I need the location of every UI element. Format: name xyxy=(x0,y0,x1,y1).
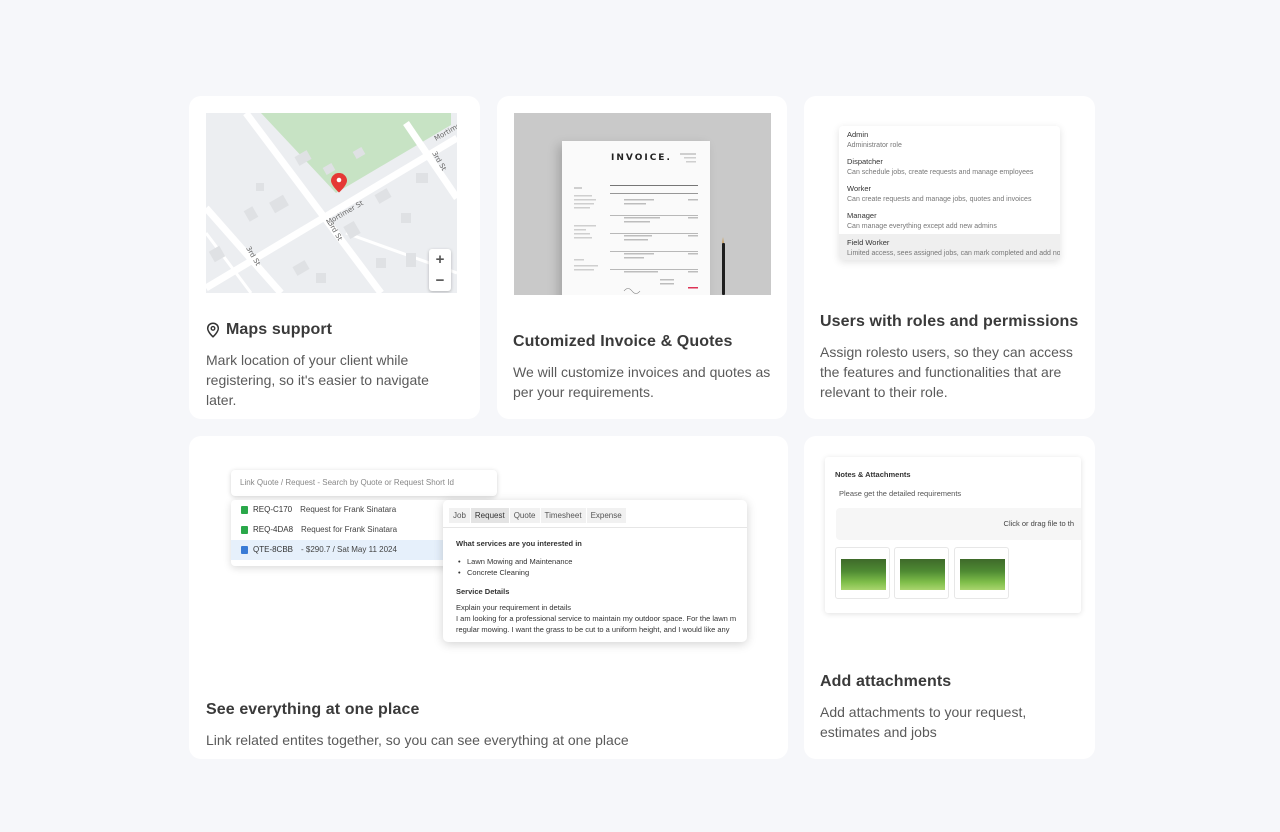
attachment-thumbnail[interactable] xyxy=(835,547,890,599)
card-title: Add attachments xyxy=(820,673,952,690)
request-icon xyxy=(241,506,248,514)
roles-card: Admin Administrator role Dispatcher Can … xyxy=(804,96,1095,419)
role-name: Admin xyxy=(847,130,869,139)
role-name: Worker xyxy=(847,184,872,193)
role-description: Can schedule jobs, create requests and m… xyxy=(847,169,1034,176)
tab-timesheet[interactable]: Timesheet xyxy=(540,508,586,523)
maps-support-card: Mortimer St Mortimer St 3rd St 3rd St 3r… xyxy=(189,96,480,419)
service-item: Concrete Cleaning xyxy=(456,567,734,578)
invoice-paper: INVOICE. xyxy=(562,141,710,295)
role-name: Field Worker xyxy=(847,238,890,247)
result-text: - $290.7 / Sat May 11 2024 xyxy=(301,545,397,554)
invoice-lines xyxy=(574,153,698,294)
tab-expense[interactable]: Expense xyxy=(586,508,626,523)
result-id: REQ-4DA8 xyxy=(253,525,294,534)
link-search-input[interactable]: Link Quote / Request - Search by Quote o… xyxy=(231,470,497,496)
attachments-panel: Notes & Attachments Please get the detai… xyxy=(825,457,1081,613)
detail-text-line: regular mowing. I want the grass to be c… xyxy=(456,625,730,634)
location-pin-icon xyxy=(206,322,220,338)
attachment-thumbnail[interactable] xyxy=(894,547,949,599)
tab-request[interactable]: Request xyxy=(470,508,509,523)
quote-icon xyxy=(241,546,248,554)
result-id: REQ-C170 xyxy=(253,505,293,514)
result-id: QTE-8CBB xyxy=(253,545,294,554)
role-description: Can create requests and manage jobs, quo… xyxy=(847,196,1032,203)
role-item[interactable]: Manager Can manage everything except add… xyxy=(839,207,1060,234)
role-description: Can manage everything except add new adm… xyxy=(847,223,997,230)
tab-job[interactable]: Job xyxy=(449,508,470,523)
link-entities-card: Link Quote / Request - Search by Quote o… xyxy=(189,436,788,759)
card-description: We will customize invoices and quotes as… xyxy=(513,364,771,400)
role-item[interactable]: Worker Can create requests and manage jo… xyxy=(839,180,1060,207)
result-text: Request for Frank Sinatara xyxy=(300,505,397,514)
detail-body: What services are you interested in Lawn… xyxy=(443,528,747,642)
result-text: Request for Frank Sinatara xyxy=(301,525,398,534)
pencil xyxy=(722,237,725,295)
detail-question: What services are you interested in xyxy=(456,539,582,548)
zoom-in-button[interactable]: + xyxy=(436,250,445,270)
role-item[interactable]: Dispatcher Can schedule jobs, create req… xyxy=(839,153,1060,180)
map-view[interactable]: Mortimer St Mortimer St 3rd St 3rd St 3r… xyxy=(206,113,457,293)
role-name: Manager xyxy=(847,211,877,220)
role-item[interactable]: Admin Administrator role xyxy=(839,126,1060,153)
role-description: Administrator role xyxy=(847,142,902,149)
card-description: Mark location of your client while regis… xyxy=(206,352,429,408)
role-description: Limited access, sees assigned jobs, can … xyxy=(847,250,1060,257)
card-title: See everything at one place xyxy=(206,701,420,718)
attachments-card: Notes & Attachments Please get the detai… xyxy=(804,436,1095,759)
detail-panel: Job Request Quote Timesheet Expense What… xyxy=(443,500,747,642)
detail-text-line: I am looking for a professional service … xyxy=(456,614,737,623)
service-item: Lawn Mowing and Maintenance xyxy=(456,556,734,567)
panel-title: Notes & Attachments xyxy=(835,470,911,479)
zoom-control: + − xyxy=(429,249,451,291)
card-description: Link related entites together, so you ca… xyxy=(206,732,629,748)
card-title: Cutomized Invoice & Quotes xyxy=(513,333,733,350)
map-canvas: Mortimer St Mortimer St 3rd St 3rd St 3r… xyxy=(206,113,457,293)
card-title: Maps support xyxy=(206,321,332,339)
detail-tabs: Job Request Quote Timesheet Expense xyxy=(443,500,747,528)
tab-quote[interactable]: Quote xyxy=(509,508,540,523)
file-dropzone[interactable]: Click or drag file to th xyxy=(836,508,1081,540)
detail-section: Service Details xyxy=(456,587,510,596)
panel-subtitle: Please get the detailed requirements xyxy=(839,489,962,498)
card-description: Assign rolesto users, so they can access… xyxy=(820,344,1073,400)
detail-prompt: Explain your requirement in details xyxy=(456,603,572,612)
role-name: Dispatcher xyxy=(847,157,883,166)
attachment-thumbnail[interactable] xyxy=(954,547,1009,599)
card-title-text: Maps support xyxy=(226,321,333,338)
invoice-image: INVOICE. xyxy=(514,113,771,295)
roles-list: Admin Administrator role Dispatcher Can … xyxy=(839,126,1060,260)
invoice-card: INVOICE. Cutomized Invoice & Quotes We w… xyxy=(497,96,787,419)
request-icon xyxy=(241,526,248,534)
card-title: Users with roles and permissions xyxy=(820,313,1079,330)
role-item-selected[interactable]: Field Worker Limited access, sees assign… xyxy=(839,234,1060,260)
zoom-out-button[interactable]: − xyxy=(436,271,445,291)
card-description: Add attachments to your request, estimat… xyxy=(820,704,1027,740)
